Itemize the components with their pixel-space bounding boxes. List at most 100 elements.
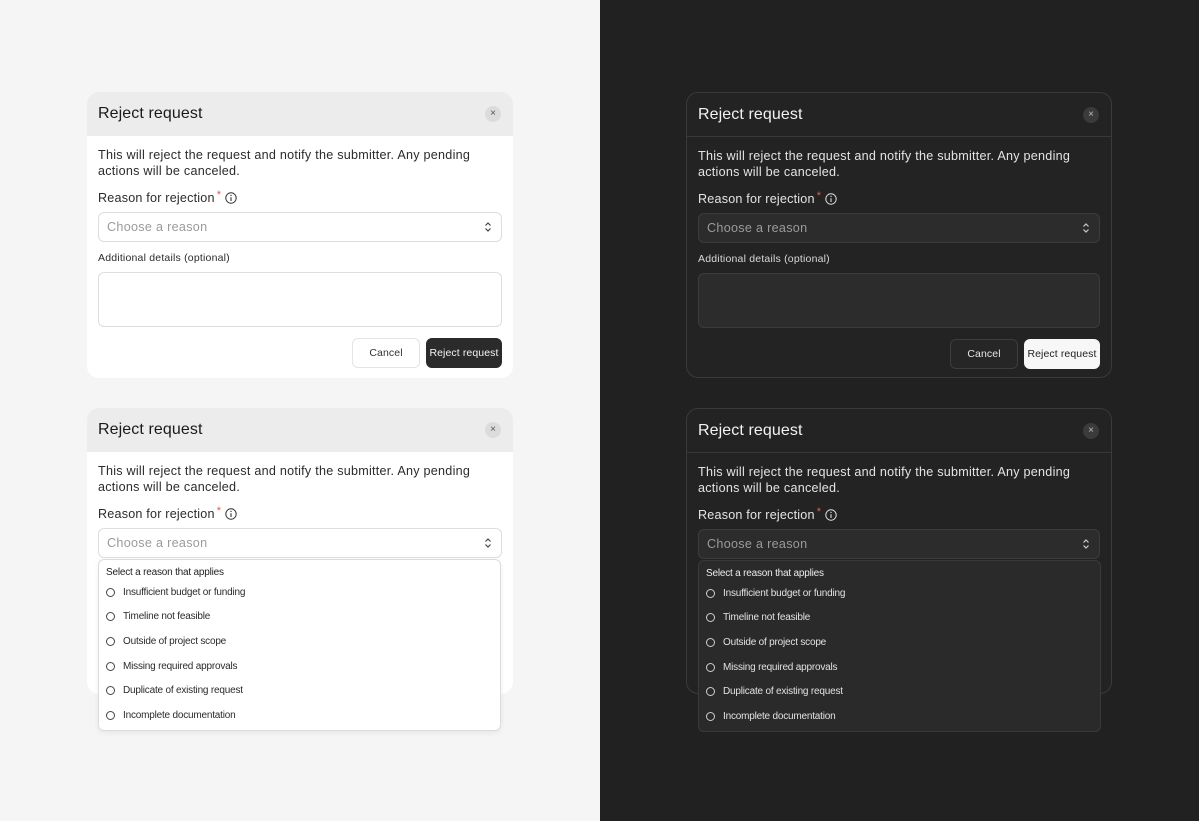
info-icon[interactable]: [825, 509, 837, 521]
reject-dialog: Reject request × This will reject the re…: [686, 92, 1112, 378]
option-label: Duplicate of existing request: [123, 685, 243, 697]
radio-icon[interactable]: [706, 662, 715, 672]
close-icon: ×: [1088, 424, 1094, 436]
dialog-header: Reject request ×: [87, 92, 513, 136]
close-button[interactable]: ×: [1083, 422, 1099, 439]
dialog-description: This will reject the request and notify …: [698, 149, 1071, 179]
light-theme-panel: Reject request × This will reject the re…: [0, 0, 600, 821]
reason-option[interactable]: Timeline not feasible: [99, 605, 500, 630]
dialog-description: This will reject the request and notify …: [98, 464, 471, 494]
info-icon[interactable]: [825, 193, 837, 205]
select-placeholder: Choose a reason: [107, 536, 208, 550]
dialog-body: This will reject the request and notify …: [687, 137, 1111, 369]
reason-option[interactable]: Missing required approvals: [99, 654, 500, 679]
info-icon[interactable]: [225, 192, 237, 204]
reason-option[interactable]: Outside of project scope: [99, 629, 500, 654]
chevron-up-down-icon: [485, 222, 491, 232]
details-textarea[interactable]: [698, 273, 1100, 328]
radio-icon[interactable]: [106, 636, 115, 646]
option-label: Missing required approvals: [123, 660, 238, 672]
chevron-up-down-icon: [485, 538, 491, 548]
close-button[interactable]: ×: [485, 422, 501, 438]
reason-dropdown: Select a reason that applies Insufficien…: [698, 560, 1101, 732]
reject-request-button[interactable]: Reject request: [426, 338, 502, 368]
details-label: Additional details (optional): [98, 252, 230, 264]
radio-icon[interactable]: [106, 686, 115, 696]
reason-option[interactable]: Timeline not feasible: [699, 606, 1100, 631]
cancel-button[interactable]: Cancel: [352, 338, 420, 368]
reason-dropdown: Select a reason that applies Insufficien…: [98, 559, 501, 731]
option-label: Insufficient budget or funding: [123, 586, 246, 598]
reason-select[interactable]: Choose a reason: [698, 529, 1100, 559]
details-textarea[interactable]: [98, 272, 502, 327]
radio-icon[interactable]: [106, 612, 115, 622]
radio-icon[interactable]: [706, 711, 715, 721]
reason-label-row: Reason for rejection *: [698, 190, 1100, 206]
radio-icon[interactable]: [106, 710, 115, 720]
reject-dialog: Reject request × This will reject the re…: [87, 92, 513, 378]
dialog-title: Reject request: [98, 105, 203, 122]
required-marker: *: [216, 505, 222, 517]
option-label: Missing required approvals: [723, 661, 838, 673]
reason-label: Reason for rejection: [698, 192, 815, 206]
option-label: Incomplete documentation: [723, 710, 836, 722]
dialog-actions: Cancel Reject request: [98, 338, 502, 368]
chevron-up-down-icon: [1083, 223, 1089, 233]
dialog-description: This will reject the request and notify …: [698, 465, 1071, 495]
radio-icon[interactable]: [106, 587, 115, 597]
dialog-description: This will reject the request and notify …: [98, 148, 471, 178]
reason-option[interactable]: Duplicate of existing request: [699, 679, 1100, 704]
select-placeholder: Choose a reason: [107, 220, 208, 234]
option-label: Incomplete documentation: [123, 709, 236, 721]
option-label: Outside of project scope: [123, 635, 227, 647]
reason-label-row: Reason for rejection *: [698, 506, 1100, 522]
option-label: Outside of project scope: [723, 636, 827, 648]
reason-option[interactable]: Missing required approvals: [699, 655, 1100, 680]
reason-label-row: Reason for rejection *: [98, 505, 502, 521]
radio-icon[interactable]: [706, 588, 715, 598]
radio-icon[interactable]: [706, 637, 715, 647]
dialog-body: This will reject the request and notify …: [87, 452, 513, 558]
dialog-actions: Cancel Reject request: [698, 339, 1100, 369]
details-label: Additional details (optional): [698, 253, 830, 265]
reason-option[interactable]: Incomplete documentation: [99, 703, 500, 728]
option-label: Insufficient budget or funding: [723, 587, 846, 599]
reason-select[interactable]: Choose a reason: [698, 213, 1100, 243]
dialog-header: Reject request ×: [687, 93, 1111, 137]
close-button[interactable]: ×: [485, 106, 501, 122]
reason-label: Reason for rejection: [98, 507, 215, 521]
close-button[interactable]: ×: [1083, 106, 1099, 123]
close-icon: ×: [1088, 108, 1094, 120]
radio-icon[interactable]: [106, 661, 115, 671]
reject-request-button[interactable]: Reject request: [1024, 339, 1100, 369]
dialog-body: This will reject the request and notify …: [87, 136, 513, 368]
chevron-up-down-icon: [1083, 539, 1089, 549]
reason-label: Reason for rejection: [98, 191, 215, 205]
reason-option[interactable]: Insufficient budget or funding: [699, 581, 1100, 606]
reason-select[interactable]: Choose a reason: [98, 212, 502, 242]
dropdown-heading: Select a reason that applies: [706, 568, 824, 579]
dark-theme-panel: Reject request × This will reject the re…: [600, 0, 1199, 821]
option-label: Duplicate of existing request: [723, 686, 843, 698]
reason-option[interactable]: Insufficient budget or funding: [99, 580, 500, 605]
required-marker: *: [816, 190, 822, 202]
reject-dialog: Reject request × This will reject the re…: [686, 408, 1112, 732]
reason-label-row: Reason for rejection *: [98, 189, 502, 205]
dropdown-heading: Select a reason that applies: [106, 567, 224, 578]
reason-option[interactable]: Outside of project scope: [699, 630, 1100, 655]
radio-icon[interactable]: [706, 613, 715, 623]
required-marker: *: [816, 506, 822, 518]
select-placeholder: Choose a reason: [707, 221, 808, 235]
reason-select[interactable]: Choose a reason: [98, 528, 502, 558]
dialog-body: This will reject the request and notify …: [687, 453, 1111, 559]
reason-option[interactable]: Duplicate of existing request: [99, 678, 500, 703]
required-marker: *: [216, 189, 222, 201]
dialog-header: Reject request ×: [87, 408, 513, 452]
info-icon[interactable]: [225, 508, 237, 520]
radio-icon[interactable]: [706, 687, 715, 697]
reject-dialog: Reject request × This will reject the re…: [87, 408, 513, 731]
dialog-title: Reject request: [698, 105, 803, 123]
cancel-button[interactable]: Cancel: [950, 339, 1018, 369]
reason-option[interactable]: Incomplete documentation: [699, 704, 1100, 729]
select-placeholder: Choose a reason: [707, 537, 808, 551]
